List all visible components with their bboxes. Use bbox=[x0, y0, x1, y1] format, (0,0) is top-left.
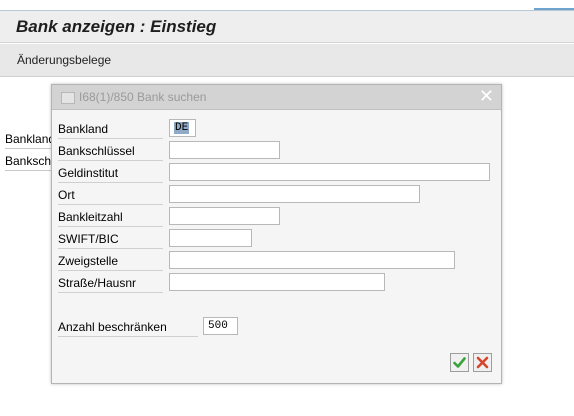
label-strasse: Straße/Hausnr bbox=[58, 276, 163, 293]
label-geldinstitut: Geldinstitut bbox=[58, 166, 163, 183]
bankschluessel-field[interactable] bbox=[169, 141, 280, 159]
page-title: Bank anzeigen : Einstieg bbox=[16, 17, 217, 36]
label-zweigstelle: Zweigstelle bbox=[58, 254, 163, 271]
dialog-title: I68(1)/850 Bank suchen bbox=[79, 90, 207, 104]
anzahl-field[interactable]: 500 bbox=[203, 317, 238, 335]
cancel-button[interactable] bbox=[473, 353, 492, 372]
window-icon bbox=[61, 92, 75, 104]
confirm-button[interactable] bbox=[450, 353, 469, 372]
dialog-header: I68(1)/850 Bank suchen ✕ bbox=[52, 85, 501, 110]
close-icon[interactable]: ✕ bbox=[479, 86, 494, 106]
bankland-field[interactable]: DE bbox=[169, 119, 196, 137]
check-icon bbox=[453, 357, 466, 368]
label-ort: Ort bbox=[58, 188, 163, 205]
label-bankleitzahl: Bankleitzahl bbox=[58, 210, 163, 227]
application-toolbar: Änderungsbelege bbox=[0, 44, 574, 77]
label-bankschluessel: Bankschlüssel bbox=[58, 144, 163, 161]
ort-field[interactable] bbox=[169, 185, 420, 203]
bankland-value: DE bbox=[174, 122, 190, 134]
geldinstitut-field[interactable] bbox=[169, 163, 490, 181]
bankleitzahl-field[interactable] bbox=[169, 207, 280, 225]
label-swift: SWIFT/BIC bbox=[58, 232, 163, 249]
title-bar: Bank anzeigen : Einstieg bbox=[0, 11, 574, 43]
cross-icon bbox=[476, 356, 489, 369]
change-documents-button[interactable]: Änderungsbelege bbox=[17, 53, 111, 67]
bank-search-dialog: I68(1)/850 Bank suchen ✕ Bankland DE Ban… bbox=[51, 84, 502, 384]
top-strip bbox=[0, 0, 574, 11]
top-accent bbox=[534, 8, 574, 10]
zweigstelle-field[interactable] bbox=[169, 251, 455, 269]
strasse-field[interactable] bbox=[169, 273, 385, 291]
label-anzahl: Anzahl beschränken bbox=[58, 320, 198, 337]
label-bankland: Bankland bbox=[58, 122, 163, 139]
swift-field[interactable] bbox=[169, 229, 252, 247]
